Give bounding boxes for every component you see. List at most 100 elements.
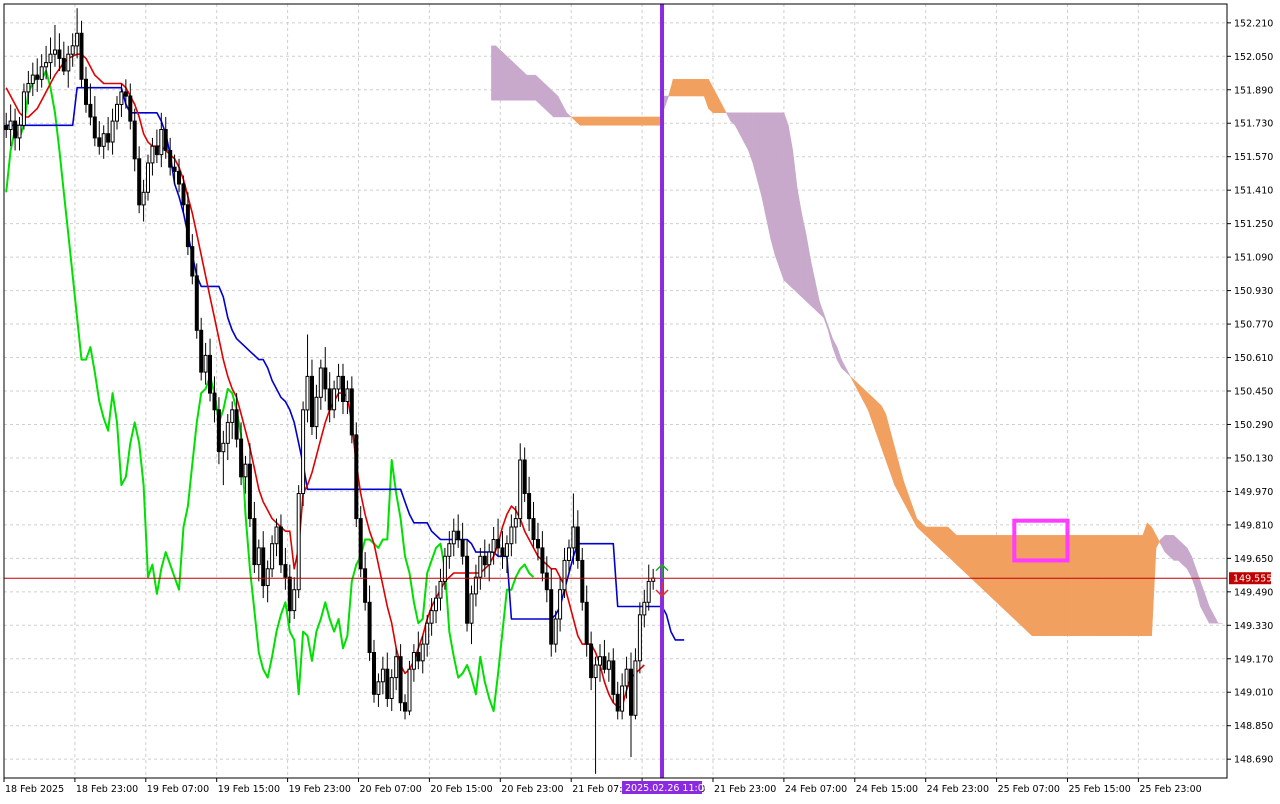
candle-body [380,668,385,683]
kumo-segment-bullish [1027,535,1033,637]
candle-body [447,543,452,557]
candle-body [580,559,585,603]
kumo-segment-bullish [1146,522,1152,637]
candle-body [500,547,505,557]
kumo-segment-bullish [641,116,647,126]
candle-body [611,660,616,695]
kumo-segment-bullish [606,116,612,126]
candle-body [239,438,244,478]
kumo-segment-bullish [1115,535,1121,637]
candle-body [48,53,53,64]
candle-body [247,463,252,520]
price-tick-label: 150.290 [1234,420,1273,431]
kumo-segment-bullish [1018,535,1024,628]
candle-body [567,547,571,562]
candle-body [115,103,119,122]
candle-body [456,530,461,541]
candle-body [332,388,337,411]
kumo-segment-bearish [508,57,514,101]
candle-body [323,367,328,390]
kumo-segment-bullish [677,79,683,97]
time-tick-label: 18 Feb 2025 [5,784,64,795]
price-tick-label: 149.650 [1234,554,1273,565]
candle-body [8,120,13,130]
candle-body [403,702,407,712]
kumo-segment-bullish [960,535,966,574]
kumo-segment-bullish [637,116,643,126]
kumo-segment-bearish [535,74,541,105]
ichimoku-chart[interactable]: 152.210 152.050 151.890 151.730 151.570 151.4… [0,0,1280,800]
candle-body [416,652,421,662]
kumo-segment-bearish [765,112,771,239]
time-tick-label: 19 Feb 15:00 [218,784,280,795]
kumo-segment-bullish [1071,535,1077,637]
candle-body [177,170,181,185]
candle-body [598,656,602,666]
time-tick-label: 20 Feb 07:00 [359,784,421,795]
candle-body [637,614,642,662]
candle-body [473,576,478,595]
time-tick-label: 21 Feb 23:00 [714,784,776,795]
candle-body [168,149,173,168]
kumo-segment-bullish [699,79,705,97]
candle-body [522,459,527,494]
kumo-segment-bearish [770,112,776,256]
price-tick-label: 149.970 [1234,487,1273,498]
candle-body [84,78,88,105]
candle-body [234,409,239,440]
candle-body [256,547,261,566]
candle-body [57,49,62,59]
kumo-segment-bullish [943,526,949,557]
kumo-segment-bearish [526,74,532,101]
price-tick-label: 149.810 [1234,520,1273,531]
time-tick-label: 24 Feb 15:00 [856,784,918,795]
kumo-segment-bearish [1169,535,1175,562]
candle-body [336,375,341,390]
chart-canvas[interactable]: 152.210 152.050 151.890 151.730 151.570 151.4… [0,0,1280,800]
candle-body [491,539,496,553]
candle-body [527,493,532,520]
kumo-segment-bullish [1142,522,1148,637]
kumo-segment-bullish [579,116,585,126]
price-tick-label: 150.930 [1234,286,1273,297]
candle-body [438,580,443,599]
candle-body [212,392,217,411]
kumo-segment-bullish [588,116,594,126]
kumo-segment-bearish [513,61,519,101]
kumo-segment-bullish [686,79,692,97]
candle-body [345,388,350,402]
candle-body [61,57,66,72]
candle-body [208,354,212,394]
candle-body [305,375,310,411]
price-tick-label: 148.690 [1234,755,1273,766]
candle-body [629,668,633,716]
price-tick-label: 151.250 [1234,219,1273,230]
candle-body [606,660,611,670]
kumo-segment-bullish [1138,535,1144,637]
candle-body [646,580,651,603]
time-tick-label: 19 Feb 07:00 [147,784,209,795]
candle-body [265,568,270,586]
kumo-segment-bullish [610,116,616,126]
kumo-segment-bearish [1173,534,1179,561]
candle-body [429,610,434,624]
kumo-segment-bullish [1133,535,1139,637]
candle-body [216,409,221,453]
candle-body [123,91,128,97]
candle-body [88,103,93,118]
kumo-segment-bullish [1022,535,1028,633]
candle-body [44,62,49,68]
price-tick-label: 152.210 [1234,18,1273,29]
candle-body [558,589,563,620]
candle-body [372,652,376,695]
candle-body [163,129,168,151]
candle [296,485,301,599]
candle-body [518,459,523,520]
candle-body [571,526,576,549]
candle-body [584,601,589,645]
candle-body [274,526,279,545]
kumo-segment-bullish [1129,535,1135,637]
kumo-segment-bullish [938,526,944,553]
candle-body [482,555,487,566]
candle-body [146,162,150,193]
